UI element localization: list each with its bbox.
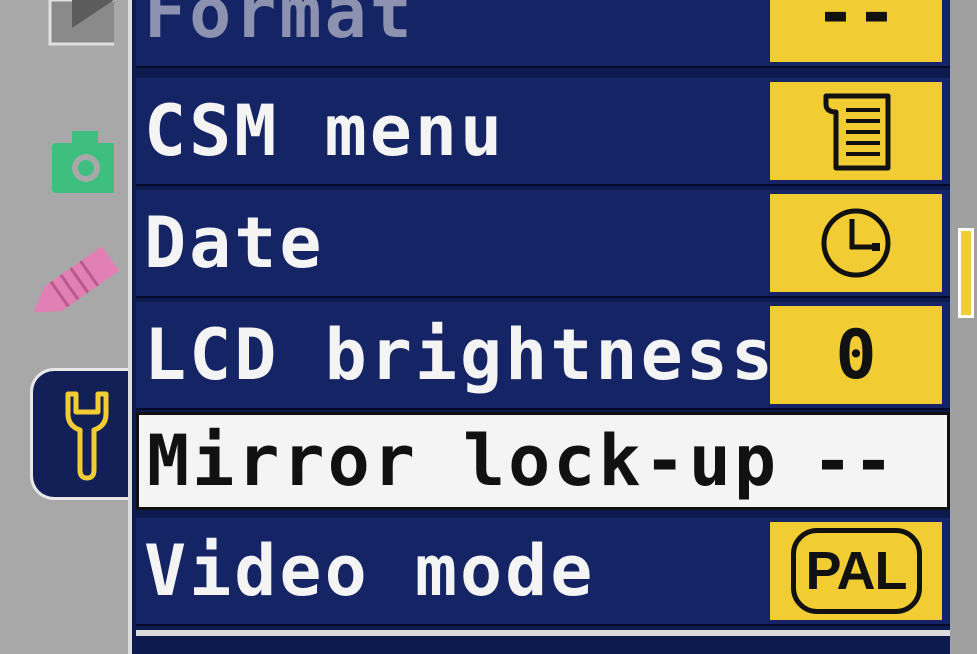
menu-item-value	[770, 82, 942, 180]
menu-item-date[interactable]: Date	[136, 190, 950, 298]
menu-item-video-mode[interactable]: Video mode PAL	[136, 518, 950, 626]
wrench-icon	[65, 391, 108, 481]
scroll-thumb[interactable]	[958, 228, 974, 318]
custom-settings-tab[interactable]	[0, 235, 128, 345]
clock-icon	[821, 208, 891, 278]
menu-item-label: Date	[144, 202, 325, 284]
csm-menu-icon	[823, 93, 891, 171]
menu-item-value: PAL	[770, 522, 942, 620]
play-icon	[48, 0, 114, 46]
playback-tab[interactable]	[0, 0, 128, 60]
menu-item-value: 0	[770, 306, 942, 404]
setup-menu-panel: Format -- CSM menu Date LCD brightness 0…	[128, 0, 950, 654]
menu-item-label: Mirror lock-up	[147, 420, 780, 502]
menu-tab-strip	[0, 0, 140, 654]
menu-item-label: Format	[144, 0, 415, 54]
menu-item-lcd-brightness[interactable]: LCD brightness 0	[136, 302, 950, 410]
menu-item-label: LCD brightness	[144, 314, 777, 396]
menu-item-format[interactable]: Format --	[136, 0, 950, 68]
setup-tab[interactable]	[30, 368, 140, 500]
menu-item-csm-menu[interactable]: CSM menu	[136, 78, 950, 186]
shooting-tab[interactable]	[0, 105, 128, 205]
panel-bottom-border	[136, 630, 950, 636]
menu-item-value: --	[770, 0, 942, 62]
menu-item-mirror-lock-up[interactable]: Mirror lock-up --	[136, 412, 950, 510]
menu-item-value	[770, 194, 942, 292]
menu-item-label: CSM menu	[144, 90, 506, 172]
menu-scrollbar[interactable]	[950, 0, 977, 654]
camera-menu-screen: Format -- CSM menu Date LCD brightness 0…	[0, 0, 977, 654]
pal-badge: PAL	[790, 528, 922, 614]
menu-item-label: Video mode	[144, 530, 596, 612]
camera-icon	[52, 131, 114, 193]
pencil-icon	[33, 246, 119, 313]
menu-item-value: --	[812, 421, 894, 501]
